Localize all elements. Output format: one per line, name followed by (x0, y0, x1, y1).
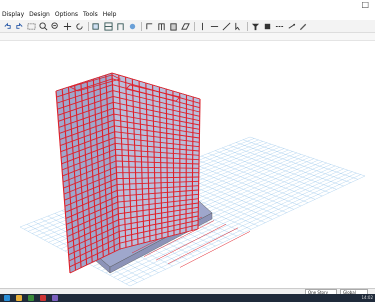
line-icon[interactable] (274, 22, 284, 31)
undo-icon[interactable] (2, 22, 12, 31)
frame-icon[interactable] (156, 22, 166, 31)
app-icon[interactable] (28, 295, 34, 301)
menu-bar: Display Design Options Tools Help (0, 10, 375, 20)
file-explorer-icon[interactable] (16, 295, 22, 301)
brace-icon[interactable] (221, 22, 231, 31)
model-3d-view[interactable] (0, 41, 375, 288)
main-toolbar (0, 20, 375, 33)
menu-help[interactable]: Help (101, 10, 120, 20)
menu-tools[interactable]: Tools (81, 10, 101, 20)
filter-icon[interactable] (250, 22, 260, 31)
title-bar: □ (0, 0, 375, 10)
toolbar-separator (247, 21, 248, 31)
menu-options[interactable]: Options (53, 10, 81, 20)
toolbar-separator (88, 21, 89, 31)
pan-icon[interactable] (62, 22, 72, 31)
snap-icon[interactable] (286, 22, 296, 31)
menu-display[interactable]: Display (0, 10, 27, 20)
toolbar-separator (194, 21, 195, 31)
restore-window-button[interactable]: □ (361, 0, 369, 9)
redo-icon[interactable] (14, 22, 24, 31)
start-icon[interactable] (4, 295, 10, 301)
toolbar-separator (141, 21, 142, 31)
wall-icon[interactable] (168, 22, 178, 31)
plan-view-icon[interactable] (103, 21, 113, 31)
select-icon[interactable] (233, 22, 243, 31)
rubber-band-zoom-icon[interactable] (26, 22, 36, 31)
draw-icon[interactable] (298, 22, 308, 31)
building-3d-model (19, 72, 366, 287)
beam-icon[interactable] (209, 22, 219, 31)
clock: 14:02 (361, 295, 373, 300)
area-icon[interactable] (180, 22, 190, 31)
set-display-icon[interactable] (144, 22, 154, 31)
app-icon[interactable] (40, 295, 46, 301)
app-icon[interactable] (52, 295, 58, 301)
menu-design[interactable]: Design (27, 10, 53, 20)
3d-view-icon[interactable] (91, 22, 101, 31)
podium-beam (179, 231, 251, 268)
view-tab-strip (0, 33, 375, 41)
column-icon[interactable] (197, 22, 207, 31)
zoom-out-icon[interactable] (50, 21, 60, 31)
refresh-icon[interactable] (74, 22, 84, 31)
rotate-icon[interactable] (127, 22, 137, 31)
windows-taskbar: 14:02 (0, 294, 375, 302)
section-icon[interactable] (262, 22, 272, 31)
elevation-view-icon[interactable] (115, 22, 125, 31)
zoom-in-icon[interactable] (38, 21, 48, 31)
